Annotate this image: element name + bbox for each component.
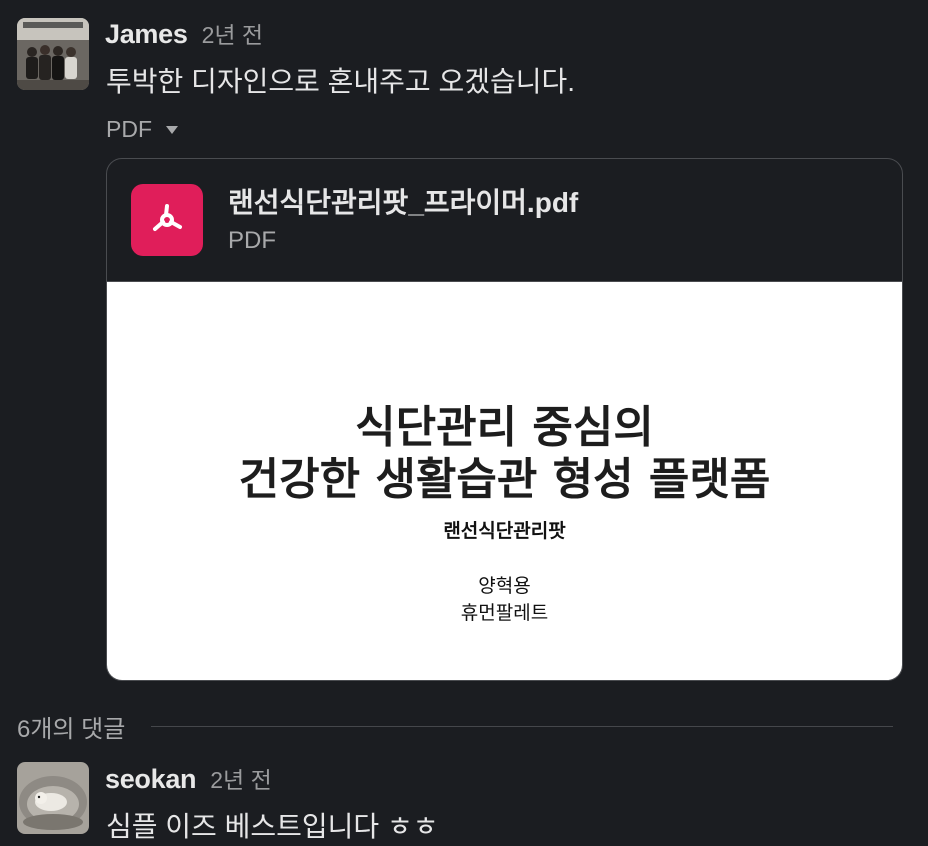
file-type: PDF <box>228 227 276 254</box>
divider-line <box>151 726 893 727</box>
caret-down-icon <box>166 125 178 134</box>
document-author: 양혁용 <box>478 575 531 597</box>
replies-divider: 6개의 댓글 <box>17 709 893 744</box>
document-company: 휴먼팔레트 <box>460 602 549 624</box>
attachment-toggle-label: PDF <box>106 116 152 142</box>
pdf-preview[interactable]: 식단관리 중심의 건강한 생활습관 형성 플랫폼 랜선식단관리팟 양혁용 휴먼팔… <box>107 282 902 680</box>
reply-author[interactable]: seokan <box>105 764 197 795</box>
file-header: 랜선식단관리팟_프라이머.pdf PDF <box>107 159 902 282</box>
document-subtitle: 랜선식단관리팟 <box>443 520 566 542</box>
document-title-line1: 식단관리 중심의 <box>355 402 654 453</box>
attachment-toggle[interactable]: PDF <box>106 116 178 143</box>
slack-thread-view: James 2년 전 투박한 디자인으로 혼내주고 오겠습니다. PDF 랜선식… <box>0 0 928 846</box>
reply-timestamp[interactable]: 2년 전 <box>210 761 272 795</box>
avatar-seokan[interactable] <box>17 762 89 834</box>
replies-count[interactable]: 6개의 댓글 <box>17 709 125 744</box>
document-title-line2: 건강한 생활습관 형성 플랫폼 <box>238 454 771 505</box>
file-name[interactable]: 랜선식단관리팟_프라이머.pdf <box>228 181 578 221</box>
document-title: 식단관리 중심의 건강한 생활습관 형성 플랫폼 <box>107 402 902 506</box>
file-attachment-card[interactable]: 랜선식단관리팟_프라이머.pdf PDF 식단관리 중심의 건강한 생활습관 형… <box>106 158 903 681</box>
message-timestamp[interactable]: 2년 전 <box>202 16 264 50</box>
reply-header: seokan 2년 전 <box>105 761 272 795</box>
reply-text: 심플 이즈 베스트입니다 ㅎㅎ <box>106 811 439 842</box>
pdf-icon <box>131 184 203 256</box>
avatar-james[interactable] <box>17 18 89 90</box>
message-header: James 2년 전 <box>105 16 263 50</box>
message-author[interactable]: James <box>105 19 188 50</box>
message-text: 투박한 디자인으로 혼내주고 오겠습니다. <box>106 66 576 97</box>
